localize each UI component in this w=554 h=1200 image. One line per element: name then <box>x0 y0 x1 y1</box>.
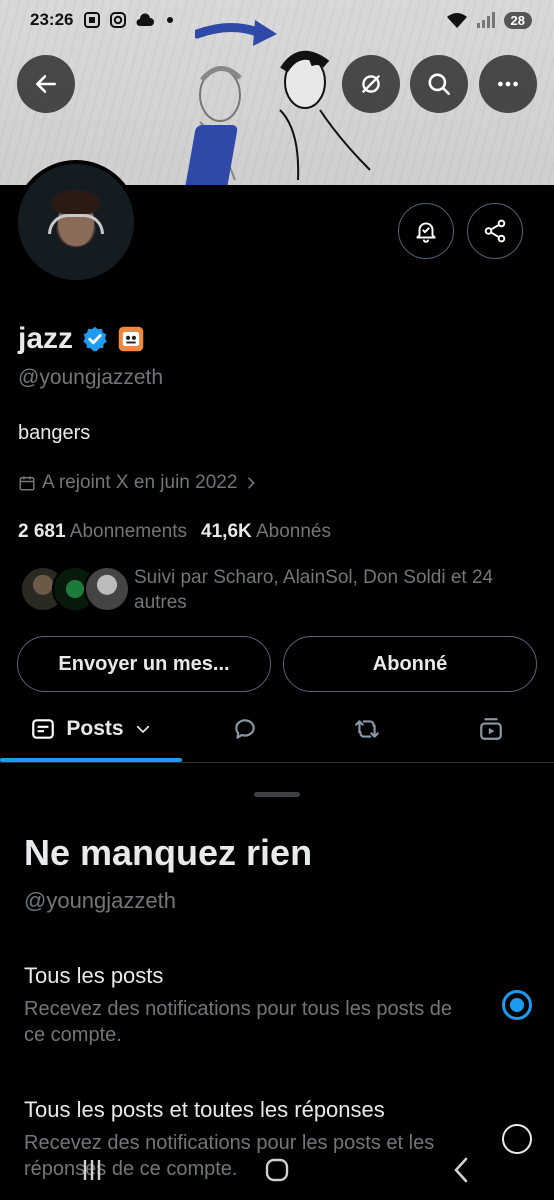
bell-check-icon <box>416 222 436 243</box>
following-label: Abonnements <box>69 521 188 542</box>
signal-icon <box>476 12 495 28</box>
back-arrow-icon <box>36 75 56 93</box>
tab-media[interactable] <box>446 700 536 758</box>
grok-icon <box>362 75 380 93</box>
more-button[interactable] <box>479 55 537 113</box>
tabs-divider <box>0 762 554 763</box>
verified-badge-icon[interactable] <box>81 325 109 353</box>
battery-indicator: 28 <box>503 11 532 29</box>
profile-handle: @youngjazzeth <box>18 366 164 389</box>
follow-stats: 2 681 Abonnements 41,6K Abonnés <box>18 521 331 543</box>
status-time: 23:26 <box>30 10 74 29</box>
chevron-down-icon <box>136 725 149 734</box>
status-right-icons: 28 <box>446 11 532 29</box>
affiliation-badge-icon[interactable] <box>117 325 145 353</box>
option-all-posts-title[interactable]: Tous les posts <box>24 963 163 989</box>
profile-name-row: jazz <box>18 322 145 356</box>
system-nav-bar <box>0 1140 554 1200</box>
profile-avatar[interactable] <box>14 160 138 284</box>
tab-posts-label: Posts <box>66 717 124 740</box>
followed-by-avatars <box>20 566 130 612</box>
wifi-icon <box>446 13 467 28</box>
profile-bio: bangers <box>18 422 91 444</box>
sheet-title: Ne manquez rien <box>24 832 313 873</box>
instagram-icon <box>110 12 127 28</box>
display-name: jazz <box>18 322 74 355</box>
followers-count: 41,6K <box>201 521 252 542</box>
share-icon <box>484 219 506 243</box>
recent-apps-icon[interactable] <box>77 1155 107 1185</box>
back-button[interactable] <box>17 55 75 113</box>
grok-button[interactable] <box>342 55 400 113</box>
repost-icon <box>355 720 379 738</box>
follower-avatar <box>84 566 130 612</box>
tab-replies[interactable] <box>200 700 290 758</box>
home-icon[interactable] <box>262 1155 292 1185</box>
following-stat[interactable]: 2 681 Abonnements <box>18 521 187 543</box>
calendar-icon <box>19 476 35 491</box>
media-icon <box>480 718 502 740</box>
chevron-right-icon <box>248 477 256 489</box>
status-left-icons <box>83 11 174 29</box>
profile-tabs: Posts <box>0 700 554 762</box>
followers-stat[interactable]: 41,6K Abonnés <box>201 521 331 543</box>
reply-icon <box>235 719 255 739</box>
tab-posts[interactable]: Posts <box>0 700 182 758</box>
joined-date-text: A rejoint X en juin 2022 <box>42 472 238 493</box>
following-button[interactable]: Abonné <box>283 636 537 692</box>
avatar-image <box>18 164 134 280</box>
sheet-grabber[interactable] <box>254 792 300 797</box>
followed-by-row[interactable]: Suivi par Scharo, AlainSol, Don Soldi et… <box>20 566 514 615</box>
following-count: 2 681 <box>18 521 66 542</box>
screenshot-icon <box>84 12 101 28</box>
cloud-icon <box>136 13 155 26</box>
search-icon <box>428 73 451 96</box>
search-button[interactable] <box>410 55 468 113</box>
tab-reposts[interactable] <box>322 700 412 758</box>
option-posts-replies-title[interactable]: Tous les posts et toutes les réponses <box>24 1097 385 1123</box>
notifications-button[interactable] <box>398 203 454 259</box>
back-nav-icon[interactable] <box>447 1155 477 1185</box>
notification-sheet: Ne manquez rien @youngjazzeth Tous les p… <box>0 770 554 1200</box>
more-icon <box>498 81 518 87</box>
sheet-handle: @youngjazzeth <box>24 888 176 913</box>
joined-date-row[interactable]: A rejoint X en juin 2022 <box>18 472 259 494</box>
dot-icon <box>167 17 174 23</box>
option-all-posts-radio[interactable] <box>502 990 532 1020</box>
option-all-posts-description: Recevez des notifications pour tous les … <box>24 998 453 1046</box>
posts-icon <box>32 719 55 739</box>
followed-by-text: Suivi par Scharo, AlainSol, Don Soldi et… <box>134 567 494 613</box>
status-bar: 23:26 28 <box>0 0 554 40</box>
share-button[interactable] <box>467 203 523 259</box>
followers-label: Abonnés <box>255 521 331 542</box>
message-button[interactable]: Envoyer un mes... <box>17 636 271 692</box>
avatar-headphones <box>48 214 104 234</box>
avatar-hair <box>52 190 100 214</box>
